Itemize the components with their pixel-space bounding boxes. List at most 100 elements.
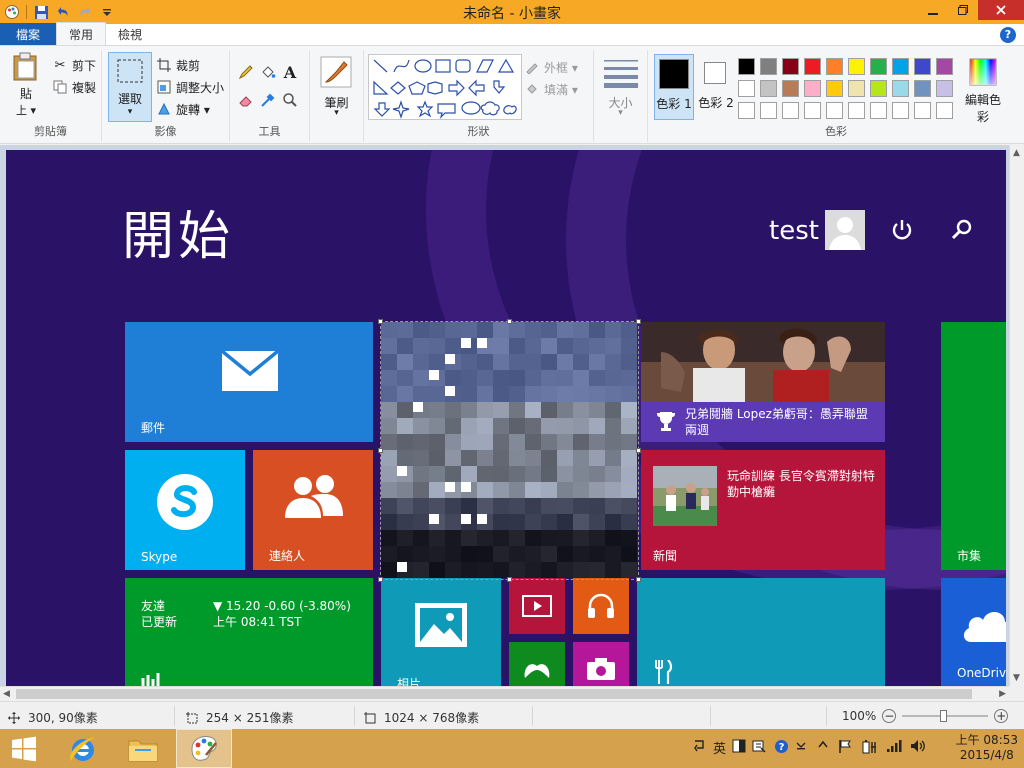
- color-swatch[interactable]: [760, 58, 777, 75]
- save-icon[interactable]: [33, 4, 49, 20]
- scroll-up-icon[interactable]: ▲: [1013, 148, 1020, 158]
- close-button[interactable]: [978, 0, 1024, 20]
- internet-explorer-button[interactable]: [58, 729, 108, 768]
- taskbar-clock[interactable]: 上午 08:53 2015/4/8: [956, 733, 1018, 763]
- brushes-group[interactable]: 筆刷 ▾: [310, 50, 364, 142]
- ime-mode-icon[interactable]: [692, 739, 706, 757]
- color-swatch[interactable]: [826, 102, 843, 119]
- resize-button[interactable]: 調整大小: [156, 76, 224, 98]
- fill-bucket-icon[interactable]: [260, 64, 276, 80]
- file-explorer-button[interactable]: [118, 729, 168, 768]
- redo-icon[interactable]: [77, 4, 93, 20]
- tab-home[interactable]: 常用: [56, 22, 107, 45]
- resize-handle[interactable]: [636, 577, 641, 582]
- minimize-button[interactable]: [918, 0, 948, 20]
- cut-button[interactable]: ✂ 剪下: [52, 54, 96, 76]
- start-button[interactable]: [0, 729, 48, 768]
- pencil-icon[interactable]: [238, 64, 254, 80]
- color-swatch[interactable]: [848, 58, 865, 75]
- scroll-right-icon[interactable]: ▶: [999, 689, 1006, 699]
- magnifier-icon[interactable]: [282, 92, 298, 108]
- color-swatch[interactable]: [870, 58, 887, 75]
- paint-taskbar-button[interactable]: [176, 729, 232, 768]
- network-signal-icon[interactable]: [886, 739, 902, 757]
- power-status-icon[interactable]: [862, 739, 878, 758]
- fill-button[interactable]: 填滿 ▾: [524, 78, 578, 100]
- ime-width-icon[interactable]: [732, 739, 746, 757]
- zoom-in-button[interactable]: +: [994, 709, 1009, 723]
- resize-handle[interactable]: [507, 319, 512, 324]
- edit-colors-button[interactable]: 編輯色彩: [960, 54, 1006, 125]
- maximize-button[interactable]: [948, 0, 978, 20]
- color1-button[interactable]: 色彩 1: [654, 54, 694, 120]
- ime-language[interactable]: 英: [713, 738, 726, 757]
- crop-button[interactable]: 裁剪: [156, 54, 224, 76]
- undo-icon[interactable]: [55, 4, 71, 20]
- color-swatch[interactable]: [782, 58, 799, 75]
- canvas-image[interactable]: 開始 test 郵件 Skype 連絡人 友達 已更新 ▼ 15.20 -0.6…: [6, 150, 1006, 686]
- outline-button[interactable]: 外框 ▾: [524, 56, 578, 78]
- resize-handle[interactable]: [378, 577, 383, 582]
- color-swatch[interactable]: [848, 102, 865, 119]
- color-swatch[interactable]: [936, 80, 953, 97]
- text-tool-icon[interactable]: A: [282, 63, 298, 82]
- color-swatch[interactable]: [804, 58, 821, 75]
- color-swatch[interactable]: [870, 102, 887, 119]
- color-swatch[interactable]: [848, 80, 865, 97]
- color-swatch[interactable]: [892, 102, 909, 119]
- color-swatch[interactable]: [914, 102, 931, 119]
- tab-view[interactable]: 檢視: [106, 23, 154, 45]
- paste-button[interactable]: 貼 上 ▾: [10, 52, 42, 118]
- color-swatch[interactable]: [892, 58, 909, 75]
- ime-options-icon[interactable]: [796, 739, 806, 755]
- size-button[interactable]: 大小 ▾: [594, 50, 648, 142]
- color-swatch[interactable]: [826, 58, 843, 75]
- show-hidden-icons-icon[interactable]: [818, 739, 828, 754]
- rotate-button[interactable]: 旋轉 ▾: [156, 98, 224, 120]
- ime-help-icon[interactable]: ?: [774, 739, 789, 758]
- color2-button[interactable]: 色彩 2: [696, 54, 736, 120]
- color-swatch[interactable]: [804, 80, 821, 97]
- zoom-slider[interactable]: [902, 709, 989, 723]
- eraser-icon[interactable]: [238, 92, 254, 108]
- vertical-scrollbar[interactable]: ▲ ▼: [1009, 145, 1024, 686]
- zoom-out-button[interactable]: −: [882, 709, 897, 723]
- resize-handle[interactable]: [378, 319, 383, 324]
- color-swatch[interactable]: [738, 58, 755, 75]
- color-picker-icon[interactable]: [260, 92, 276, 108]
- horizontal-scrollbar[interactable]: ◀ ▶: [0, 686, 1009, 701]
- color-swatch[interactable]: [870, 80, 887, 97]
- help-icon[interactable]: ?: [1000, 27, 1016, 43]
- scroll-thumb[interactable]: [16, 689, 972, 699]
- scroll-down-icon[interactable]: ▼: [1013, 673, 1020, 683]
- color-swatch[interactable]: [738, 80, 755, 97]
- volume-icon[interactable]: [910, 739, 926, 757]
- resize-handle[interactable]: [507, 577, 512, 582]
- color-swatch[interactable]: [826, 80, 843, 97]
- action-center-flag-icon[interactable]: [838, 739, 852, 758]
- resize-handle[interactable]: [636, 448, 641, 453]
- resize-handle[interactable]: [636, 319, 641, 324]
- color-swatch[interactable]: [760, 80, 777, 97]
- color-swatch[interactable]: [892, 80, 909, 97]
- color-swatch[interactable]: [936, 58, 953, 75]
- ime-tools-icon[interactable]: [752, 739, 766, 757]
- color-swatch[interactable]: [914, 80, 931, 97]
- color-swatch[interactable]: [738, 102, 755, 119]
- scroll-left-icon[interactable]: ◀: [3, 689, 10, 699]
- zoom-slider-thumb[interactable]: [940, 710, 948, 722]
- customize-icon[interactable]: [99, 4, 115, 20]
- color-swatch[interactable]: [936, 102, 953, 119]
- tab-file[interactable]: 檔案: [0, 23, 56, 45]
- selection-rectangle[interactable]: [378, 319, 641, 582]
- paint-app-icon[interactable]: [4, 4, 20, 20]
- color-swatch[interactable]: [914, 58, 931, 75]
- resize-handle[interactable]: [378, 448, 383, 453]
- color-swatch[interactable]: [782, 80, 799, 97]
- color-swatch[interactable]: [760, 102, 777, 119]
- select-button[interactable]: 選取 ▾: [108, 52, 152, 122]
- color-swatch[interactable]: [782, 102, 799, 119]
- copy-button[interactable]: 複製: [52, 76, 96, 98]
- canvas-area[interactable]: 開始 test 郵件 Skype 連絡人 友達 已更新 ▼ 15.20 -0.6…: [0, 145, 1009, 686]
- shapes-gallery[interactable]: [368, 54, 522, 120]
